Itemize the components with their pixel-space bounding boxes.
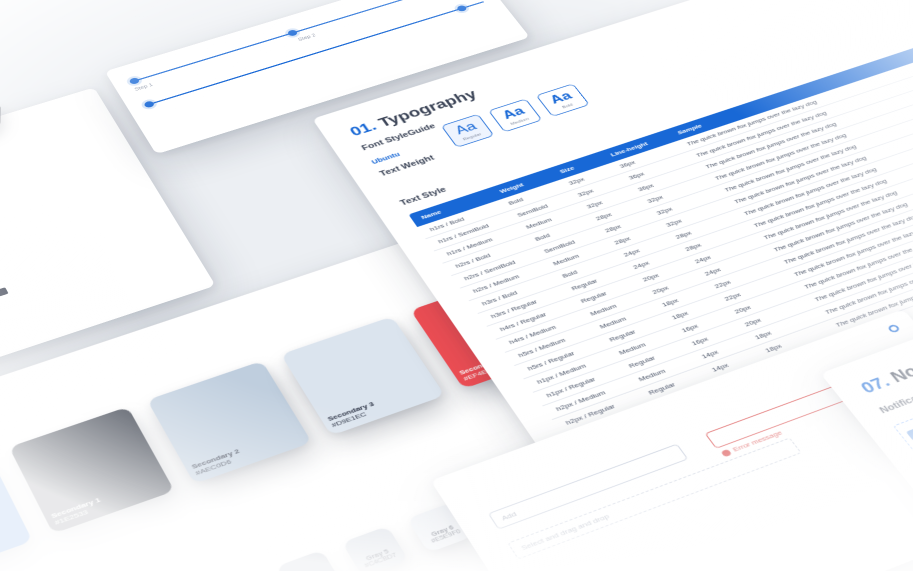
typo-num: 01. [347,119,380,139]
swatch-secondary-2: Secondary 2#AEC0D6 [147,361,312,484]
swatch-gray-5: Gray 5#C4CBD7 [342,526,409,571]
swatch-secondary-1: Secondary 1#1E2533 [9,407,175,534]
icon-row-filled [0,287,11,338]
font-name: Ubuntu [370,151,401,165]
radio-icon[interactable] [887,324,901,334]
swatch-secondary-3: Secondary 3#D9E1EC [281,316,445,435]
notif-filter-all[interactable]: All [906,424,913,441]
step1-label: Step 1 [134,83,154,92]
step2-label: Step 2 [297,33,316,42]
notif-num: 07. [857,373,894,397]
swatch-gray-4: Gray 4#8A93A6 [276,550,343,571]
